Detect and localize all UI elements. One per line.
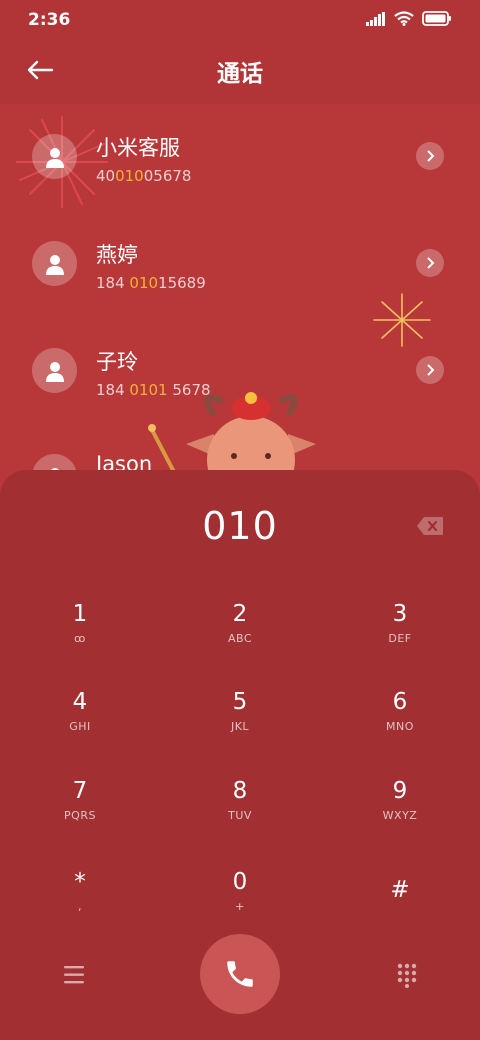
contact-avatar-icon <box>45 147 64 168</box>
chevron-right-icon <box>427 257 435 269</box>
contact-avatar <box>32 348 77 393</box>
key-digit: 7 <box>72 778 88 804</box>
contact-row-1[interactable]: 小米客服 4001005678 <box>0 112 480 212</box>
key-digit: 8 <box>232 778 248 804</box>
key-digit: 6 <box>392 689 408 715</box>
dial-key-3[interactable]: 3 DEF <box>340 600 460 676</box>
contact-detail-button[interactable] <box>416 142 444 170</box>
contact-number: 184 01015689 <box>96 274 206 292</box>
status-icons <box>366 11 452 26</box>
contact-avatar <box>32 241 77 286</box>
contact-avatar <box>32 134 77 179</box>
match-highlight: 0101 <box>129 381 168 399</box>
phone-icon <box>227 961 253 987</box>
key-letters: , <box>78 900 82 913</box>
match-highlight: 010 <box>115 167 144 185</box>
dial-key-4[interactable]: 4 GHI <box>20 688 140 764</box>
dial-key-star[interactable]: * , <box>20 868 140 944</box>
key-letters: TUV <box>228 809 252 822</box>
dial-key-7[interactable]: 7 PQRS <box>20 777 140 853</box>
key-digit: 5 <box>232 689 248 715</box>
dial-key-5[interactable]: 5 JKL <box>180 688 300 764</box>
key-letters: PQRS <box>64 809 96 822</box>
header: 通话 <box>0 40 480 104</box>
contact-number: 184 0101 5678 <box>96 381 211 399</box>
dial-input-display[interactable]: 010 <box>0 504 480 548</box>
page-title: 通话 <box>217 61 263 87</box>
dial-key-hash[interactable]: # <box>340 876 460 952</box>
key-letters: MNO <box>386 720 414 733</box>
dialpad-icon[interactable] <box>395 962 419 988</box>
key-digit: # <box>390 877 410 903</box>
wifi-icon <box>394 11 414 26</box>
status-bar: 2:36 <box>0 0 480 40</box>
dialpad-panel: 010 1 ꝏ 2 ABC 3 DEF 4 GHI 5 JKL 6 MNO 7 … <box>0 470 480 1040</box>
contact-name: 小米客服 <box>96 136 180 160</box>
match-highlight: 010 <box>129 274 159 292</box>
key-digit: 4 <box>72 689 88 715</box>
contact-name: 子玲 <box>96 350 138 374</box>
backspace-icon[interactable] <box>416 516 444 536</box>
key-digit: 9 <box>392 778 408 804</box>
dial-key-1[interactable]: 1 ꝏ <box>20 600 140 676</box>
contact-row-2[interactable]: 燕婷 184 01015689 <box>0 219 480 319</box>
dial-key-8[interactable]: 8 TUV <box>180 777 300 853</box>
key-letters: ABC <box>227 632 253 645</box>
menu-icon[interactable] <box>60 964 88 986</box>
key-digit: * <box>74 869 86 895</box>
battery-icon <box>422 11 451 26</box>
contact-avatar-icon <box>45 361 64 382</box>
key-digit: 2 <box>232 601 248 627</box>
key-digit: 1 <box>72 601 88 627</box>
key-letters: JKL <box>230 720 250 733</box>
key-letters: + <box>235 900 245 913</box>
status-time: 2:36 <box>28 10 71 30</box>
call-button[interactable] <box>200 934 280 1014</box>
dial-key-6[interactable]: 6 MNO <box>340 688 460 764</box>
contact-name: 燕婷 <box>96 243 138 267</box>
contact-number: 4001005678 <box>96 167 192 185</box>
dial-key-9[interactable]: 9 WXYZ <box>340 777 460 853</box>
chevron-right-icon <box>427 150 435 162</box>
key-digit: 3 <box>392 601 408 627</box>
contact-detail-button[interactable] <box>416 249 444 277</box>
signal-icon <box>366 11 385 26</box>
contact-row-3[interactable]: 子玲 184 0101 5678 <box>0 326 480 426</box>
key-digit: 0 <box>232 869 248 895</box>
dial-key-2[interactable]: 2 ABC <box>180 600 300 676</box>
chevron-right-icon <box>427 364 435 376</box>
dial-key-0[interactable]: 0 + <box>180 868 300 944</box>
voicemail-icon: ꝏ <box>74 632 86 645</box>
key-letters: DEF <box>388 632 412 645</box>
contact-avatar-icon <box>45 254 64 275</box>
key-letters: GHI <box>69 720 91 733</box>
contact-detail-button[interactable] <box>416 356 444 384</box>
key-letters: WXYZ <box>382 809 418 822</box>
